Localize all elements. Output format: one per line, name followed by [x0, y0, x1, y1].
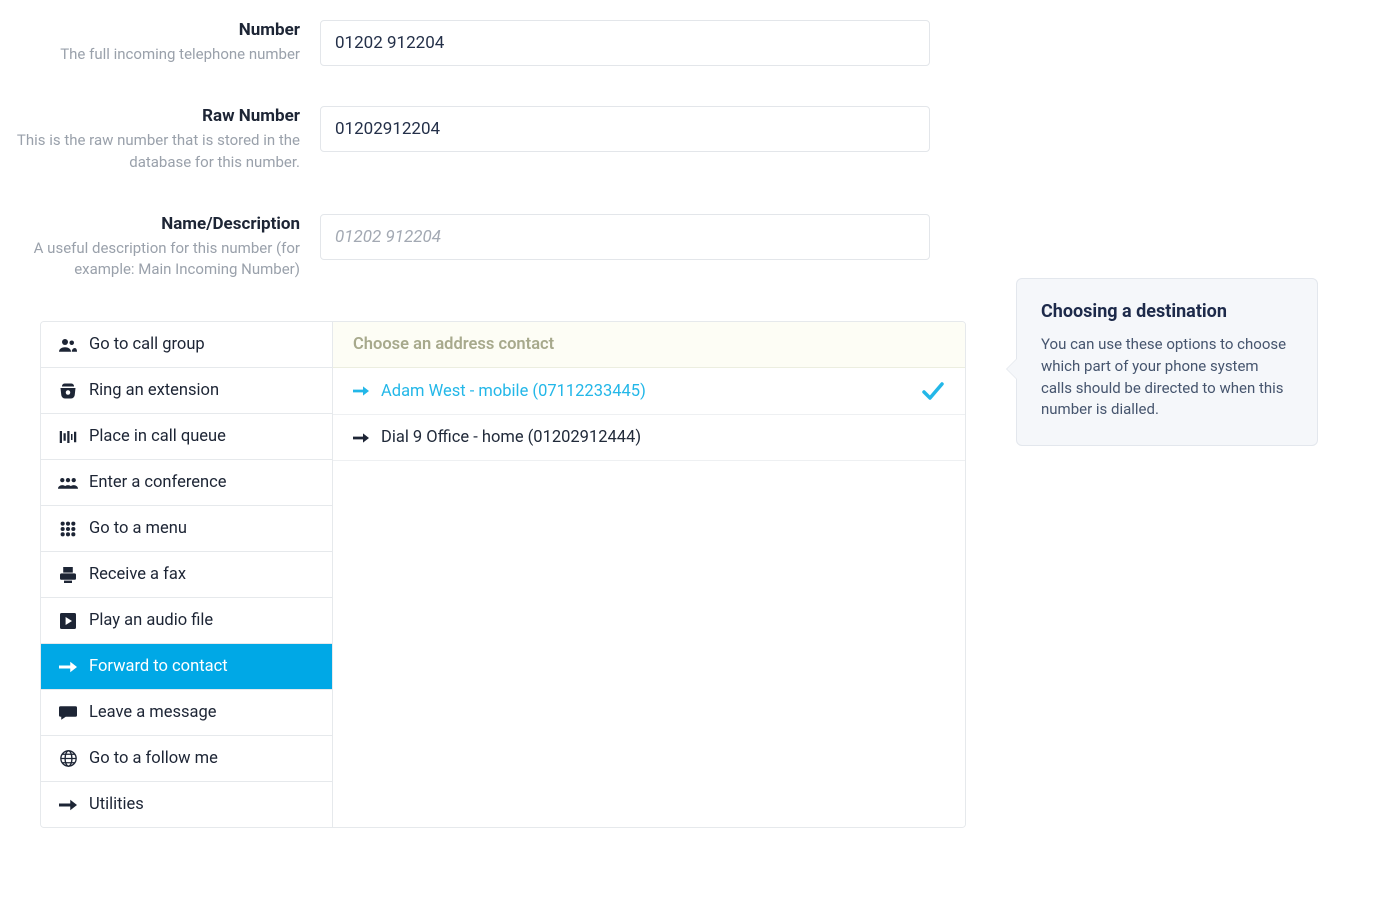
conference-icon [57, 477, 79, 489]
arrow-right-icon [353, 385, 369, 397]
sidebar-item-forward-to-contact[interactable]: Forward to contact [41, 644, 332, 690]
forward-icon [57, 660, 79, 674]
destination-main: Choose an address contact Adam West - mo… [333, 322, 965, 827]
sidebar-item-label: Ring an extension [89, 381, 219, 400]
sidebar-item-label: Forward to contact [89, 657, 228, 676]
contacts-header: Choose an address contact [333, 322, 965, 368]
sidebar-item-label: Go to call group [89, 335, 205, 354]
sidebar-item-play-an-audio-file[interactable]: Play an audio file [41, 598, 332, 644]
sidebar-item-label: Enter a conference [89, 473, 227, 492]
arrow-right-icon [353, 432, 369, 444]
destination-panel: Go to call group Ring an extension Place i… [40, 321, 966, 828]
group-icon [57, 338, 79, 352]
field-number: Number The full incoming telephone numbe… [0, 20, 1400, 66]
sidebar-item-utilities[interactable]: Utilities [41, 782, 332, 827]
contact-row[interactable]: Adam West - mobile (07112233445) [333, 368, 965, 415]
help-box-pointer [1007, 359, 1017, 379]
number-help: The full incoming telephone number [0, 44, 300, 66]
globe-icon [57, 750, 79, 767]
sidebar-item-ring-an-extension[interactable]: Ring an extension [41, 368, 332, 414]
sidebar-item-label: Leave a message [89, 703, 217, 722]
number-label: Number [0, 20, 300, 40]
sidebar-item-leave-a-message[interactable]: Leave a message [41, 690, 332, 736]
queue-icon [57, 430, 79, 444]
sidebar-item-go-to-call-group[interactable]: Go to call group [41, 322, 332, 368]
check-icon [921, 381, 945, 401]
fax-icon [57, 567, 79, 583]
name-desc-label: Name/Description [0, 214, 300, 234]
contact-row[interactable]: Dial 9 Office - home (01202912444) [333, 415, 965, 461]
contacts-list: Adam West - mobile (07112233445) Dial 9 O… [333, 368, 965, 461]
play-icon [57, 613, 79, 629]
sidebar-item-receive-a-fax[interactable]: Receive a fax [41, 552, 332, 598]
help-body: You can use these options to choose whic… [1041, 334, 1293, 421]
number-input[interactable] [320, 20, 930, 66]
name-desc-help: A useful description for this number (fo… [0, 238, 300, 282]
contact-label: Adam West - mobile (07112233445) [381, 382, 646, 401]
field-name-description: Name/Description A useful description fo… [0, 214, 1400, 282]
name-desc-input[interactable] [320, 214, 930, 260]
menu-icon [57, 521, 79, 537]
sidebar-item-label: Go to a menu [89, 519, 187, 538]
contact-label: Dial 9 Office - home (01202912444) [381, 428, 641, 447]
sidebar-item-label: Place in call queue [89, 427, 226, 446]
sidebar-item-label: Receive a fax [89, 565, 186, 584]
raw-number-input[interactable] [320, 106, 930, 152]
phone-icon [57, 383, 79, 399]
arrow-icon [57, 798, 79, 812]
field-raw-number: Raw Number This is the raw number that i… [0, 106, 1400, 174]
raw-number-help: This is the raw number that is stored in… [0, 130, 300, 174]
help-box: Choosing a destination You can use these… [1016, 278, 1318, 446]
sidebar-item-enter-a-conference[interactable]: Enter a conference [41, 460, 332, 506]
sidebar-item-label: Go to a follow me [89, 749, 218, 768]
sidebar-item-place-in-call-queue[interactable]: Place in call queue [41, 414, 332, 460]
sidebar-item-go-to-a-menu[interactable]: Go to a menu [41, 506, 332, 552]
destination-sidebar: Go to call group Ring an extension Place i… [41, 322, 333, 827]
sidebar-item-go-to-a-follow-me[interactable]: Go to a follow me [41, 736, 332, 782]
message-icon [57, 706, 79, 720]
help-title: Choosing a destination [1041, 301, 1293, 322]
sidebar-item-label: Utilities [89, 795, 144, 814]
raw-number-label: Raw Number [0, 106, 300, 126]
sidebar-item-label: Play an audio file [89, 611, 213, 630]
